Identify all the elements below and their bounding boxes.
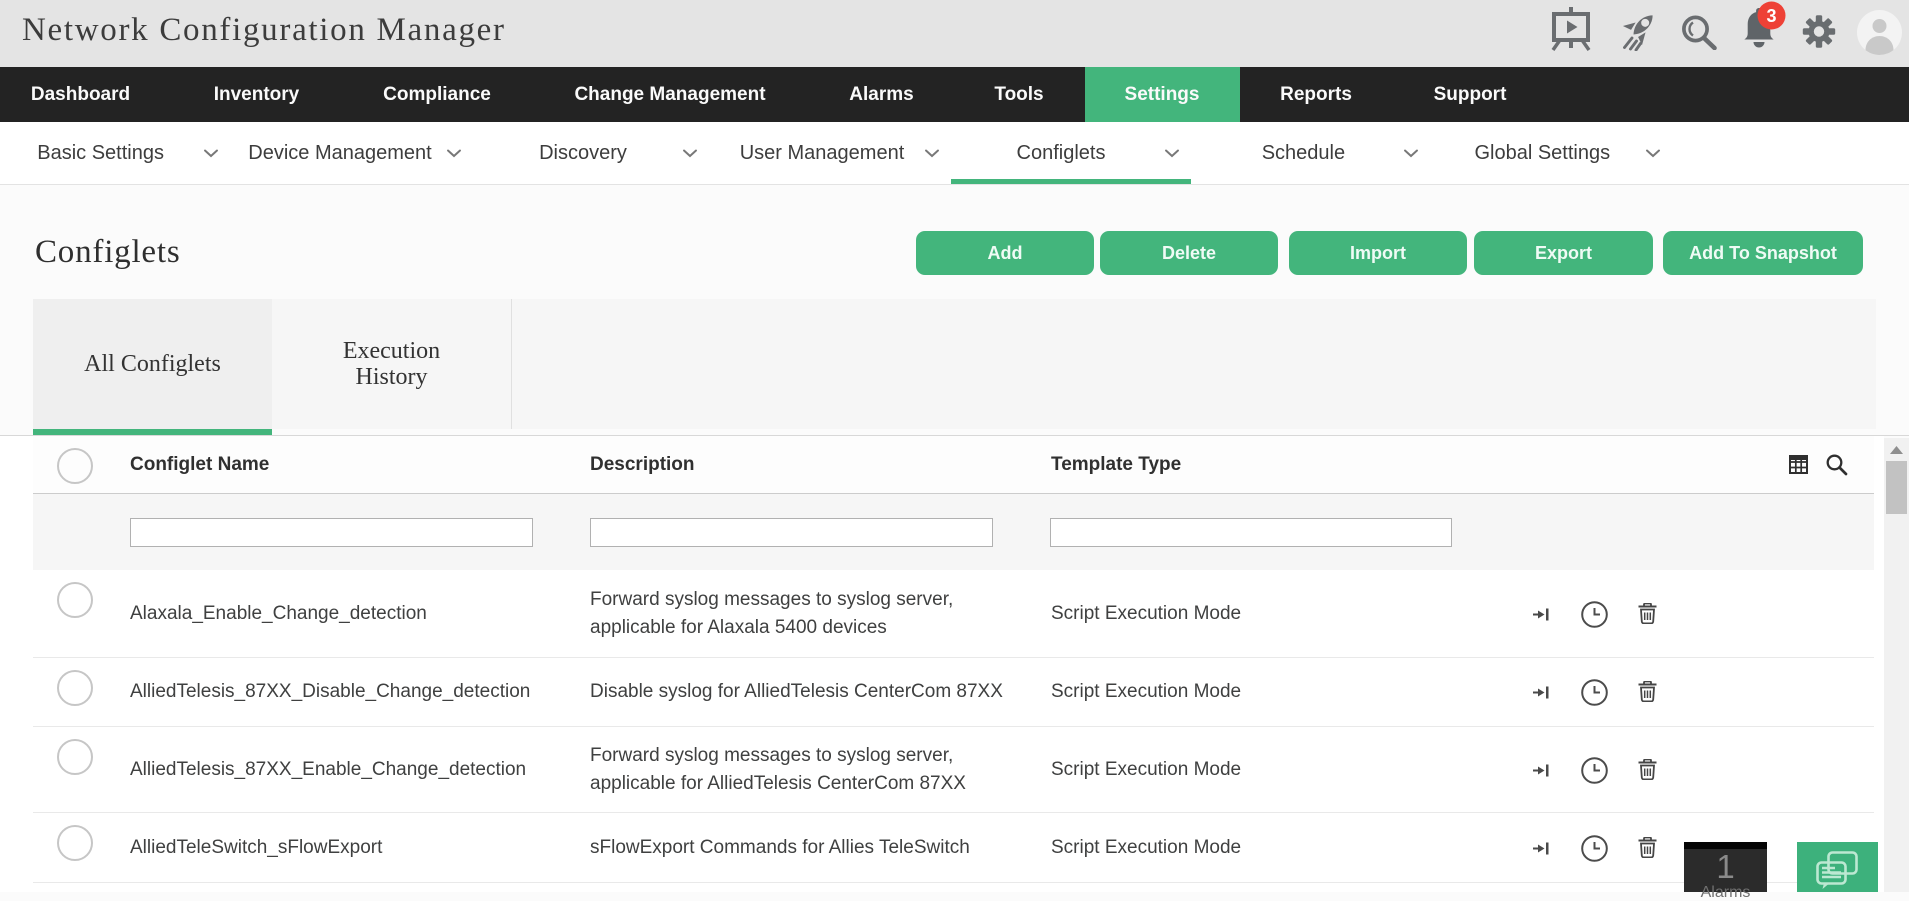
svg-text:3: 3 (1766, 6, 1776, 26)
